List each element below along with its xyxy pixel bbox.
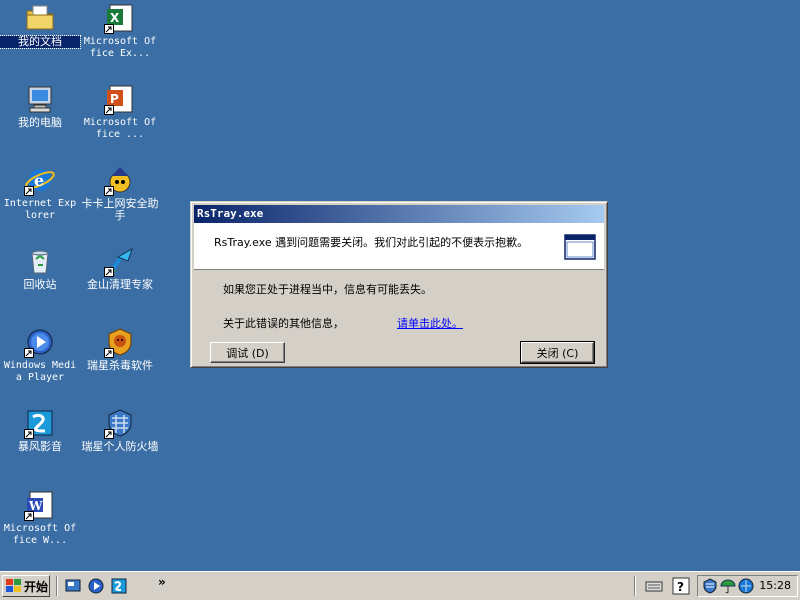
quicklaunch-media-player[interactable]: [88, 578, 104, 594]
broom-icon: [104, 245, 136, 277]
quicklaunch-show-desktop[interactable]: [65, 578, 81, 594]
storm-player-icon: [24, 407, 56, 439]
media-player-icon: [88, 578, 104, 594]
shortcut-arrow-icon: [24, 186, 34, 196]
desktop-icon-internet-explorer[interactable]: e Internet Explorer: [0, 164, 80, 222]
desktop-icon-kaka-security[interactable]: 卡卡上网安全助手: [80, 164, 160, 222]
desktop-icon-windows-media-player[interactable]: Windows Media Player: [0, 326, 80, 384]
start-label: 开始: [24, 579, 49, 594]
internet-explorer-icon: e: [24, 164, 56, 196]
firewall-icon: [104, 407, 136, 439]
taskbar-separator: [56, 576, 58, 596]
shortcut-arrow-icon: [104, 105, 114, 115]
desktop-icon-kingsoft-cleaner[interactable]: 金山清理专家: [80, 245, 160, 291]
desktop-icon-microsoft-powerpoint[interactable]: P Microsoft Office ...: [80, 83, 160, 141]
desktop-icon-label: Microsoft Office Ex...: [83, 36, 157, 59]
shortcut-arrow-icon: [104, 24, 114, 34]
desktop-icon-label: Microsoft Office W...: [3, 523, 77, 546]
desktop-icon-label: 暴风影音: [18, 440, 62, 453]
svg-text:P: P: [110, 92, 119, 106]
shortcut-arrow-icon: [24, 511, 34, 521]
quicklaunch-storm-player[interactable]: [111, 578, 127, 594]
desktop-icon-label: Windows Media Player: [3, 360, 77, 383]
desktop-icon-microsoft-word[interactable]: W Microsoft Office W...: [0, 489, 80, 547]
desktop-icon-label: 我的文档: [0, 35, 81, 49]
data-loss-warning: 如果您正处于进程当中，信息有可能丢失。: [223, 283, 432, 296]
error-info-label: 关于此错误的其他信息，: [223, 317, 344, 330]
quicklaunch-more-chevron[interactable]: »: [158, 575, 166, 589]
desktop-icon-my-documents[interactable]: 我的文档: [0, 2, 81, 49]
error-dialog: RsTray.exe RsTray.exe 遇到问题需要关闭。我们对此引起的不便…: [190, 201, 608, 368]
shortcut-arrow-icon: [104, 348, 114, 358]
recycle-bin-icon: [24, 245, 56, 277]
media-player-icon: [24, 326, 56, 358]
windows-logo-icon: [6, 579, 21, 592]
desktop-icon-label: 金山清理专家: [87, 278, 153, 291]
desktop-icon-rising-antivirus[interactable]: 瑞星杀毒软件: [80, 326, 160, 372]
application-window-icon: [564, 234, 596, 260]
close-button[interactable]: 关闭 (C): [520, 341, 595, 364]
help-icon[interactable]: ?: [672, 577, 690, 595]
debug-button[interactable]: 调试 (D): [210, 342, 285, 363]
start-button[interactable]: 开始: [2, 575, 50, 597]
computer-icon: [24, 83, 56, 115]
shortcut-arrow-icon: [24, 348, 34, 358]
svg-text:e: e: [34, 171, 44, 190]
keyboard-language-icon[interactable]: [645, 577, 663, 595]
umbrella-tray-icon[interactable]: [720, 578, 736, 594]
powerpoint-icon: P: [104, 83, 136, 115]
shortcut-arrow-icon: [24, 429, 34, 439]
desktop-icon-label: 瑞星个人防火墙: [81, 440, 159, 453]
dialog-header-panel: RsTray.exe 遇到问题需要关闭。我们对此引起的不便表示抱歉。: [194, 223, 604, 270]
desktop-icon-label: 回收站: [23, 278, 57, 291]
svg-text:?: ?: [677, 580, 684, 594]
folder-icon: [24, 2, 56, 34]
shortcut-arrow-icon: [104, 267, 114, 277]
svg-text:X: X: [110, 11, 120, 25]
network-tray-icon[interactable]: [738, 578, 754, 594]
desktop-icon-label: Internet Explorer: [3, 198, 77, 221]
system-tray: 15:28: [697, 575, 798, 597]
desktop-icon-label: 卡卡上网安全助手: [81, 197, 159, 222]
desktop-icon-my-computer[interactable]: 我的电脑: [0, 83, 80, 129]
kaka-assistant-icon: [104, 164, 136, 196]
desktop-icon-label: Microsoft Office ...: [83, 117, 157, 140]
desktop-icon-label: 瑞星杀毒软件: [87, 359, 153, 372]
storm-player-icon: [111, 578, 127, 594]
firewall-tray-icon[interactable]: [702, 578, 718, 594]
clock[interactable]: 15:28: [759, 579, 791, 592]
desktop-icon-recycle-bin[interactable]: 回收站: [0, 245, 80, 291]
dialog-message: RsTray.exe 遇到问题需要关闭。我们对此引起的不便表示抱歉。: [214, 236, 529, 249]
desktop-icon-storm-codec[interactable]: 暴风影音: [0, 407, 80, 453]
desktop-icon-microsoft-excel[interactable]: X Microsoft Office Ex...: [80, 2, 160, 60]
shortcut-arrow-icon: [104, 186, 114, 196]
taskbar: 开始 » ? 15:28: [0, 571, 800, 600]
excel-icon: X: [104, 2, 136, 34]
show-desktop-icon: [65, 579, 81, 592]
shortcut-arrow-icon: [104, 429, 114, 439]
taskbar-separator: [634, 576, 636, 596]
desktop-icon-rising-firewall[interactable]: 瑞星个人防火墙: [80, 407, 160, 453]
lion-shield-icon: [104, 326, 136, 358]
error-info-link[interactable]: 请单击此处。: [397, 315, 463, 331]
dialog-title-bar[interactable]: RsTray.exe: [194, 205, 604, 223]
desktop-icon-label: 我的电脑: [18, 116, 62, 129]
word-icon: W: [24, 489, 56, 521]
